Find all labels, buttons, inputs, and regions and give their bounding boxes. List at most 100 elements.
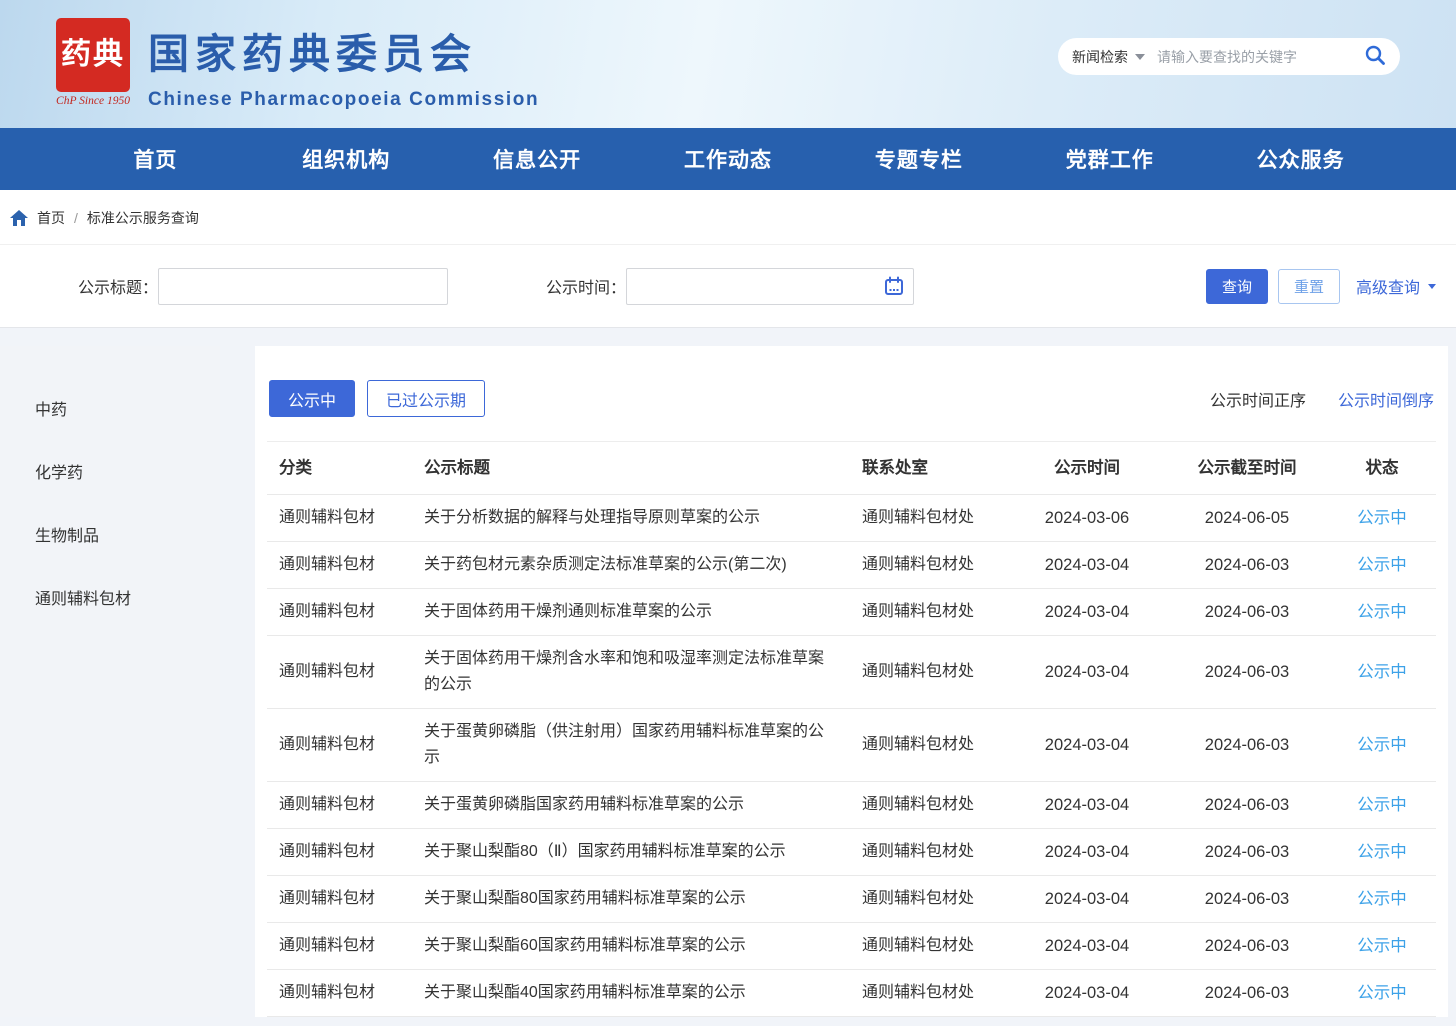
- search-icon: [1364, 44, 1386, 69]
- page-body: 中药 化学药 生物制品 通则辅料包材 公示中 已过公示期 公示时间正序 公示时间…: [0, 346, 1456, 1017]
- tab-expired-notice[interactable]: 已过公示期: [367, 380, 485, 417]
- sidebar-item: 通则辅料包材: [35, 565, 220, 628]
- cell-status: 公示中: [1328, 495, 1436, 541]
- main-nav-item: 首页: [60, 128, 251, 190]
- cell-start-date: 2024-03-04: [1008, 923, 1166, 969]
- table-row: 通则辅料包材 关于药包材元素杂质测定法标准草案的公示(第二次) 通则辅料包材处 …: [267, 542, 1436, 589]
- breadcrumb-separator: /: [74, 210, 78, 226]
- status-link[interactable]: 公示中: [1357, 890, 1407, 908]
- cell-category: 通则辅料包材: [267, 782, 412, 828]
- cell-start-date: 2024-03-04: [1008, 542, 1166, 588]
- cell-department: 通则辅料包材处: [850, 970, 1008, 1016]
- table-row: 通则辅料包材 关于固体药用干燥剂通则标准草案的公示 通则辅料包材处 2024-0…: [267, 589, 1436, 636]
- cell-title[interactable]: 关于蛋黄卵磷脂国家药用辅料标准草案的公示: [412, 782, 850, 828]
- breadcrumb: 首页 / 标准公示服务查询: [0, 190, 1456, 244]
- query-button[interactable]: 查询: [1206, 269, 1268, 304]
- site-logo[interactable]: 药典 ChP Since 1950 国家药典委员会 Chinese Pharma…: [56, 18, 539, 111]
- cell-department: 通则辅料包材处: [850, 649, 1008, 695]
- cell-title[interactable]: 关于分析数据的解释与处理指导原则草案的公示: [412, 495, 850, 541]
- main-nav-item: 党群工作: [1014, 128, 1205, 190]
- status-link[interactable]: 公示中: [1357, 663, 1407, 681]
- cell-status: 公示中: [1328, 970, 1436, 1016]
- filter-panel: 公示标题： 公示时间： 查询 重置 高级查询: [0, 244, 1456, 328]
- cell-start-date: 2024-03-04: [1008, 649, 1166, 695]
- search-category-dropdown[interactable]: 新闻检索: [1072, 47, 1145, 67]
- sidebar-category-link[interactable]: 生物制品: [35, 522, 99, 546]
- cell-category: 通则辅料包材: [267, 722, 412, 768]
- cell-title[interactable]: 关于聚山梨酯80（Ⅱ）国家药用辅料标准草案的公示: [412, 829, 850, 875]
- search-category-label: 新闻检索: [1072, 47, 1128, 67]
- status-link[interactable]: 公示中: [1357, 556, 1407, 574]
- column-header-department: 联系处室: [850, 442, 1008, 494]
- table-row: 通则辅料包材 关于聚山梨酯40国家药用辅料标准草案的公示 通则辅料包材处 202…: [267, 970, 1436, 1017]
- cell-title[interactable]: 关于药包材元素杂质测定法标准草案的公示(第二次): [412, 542, 850, 588]
- table-row: 通则辅料包材 关于蛋黄卵磷脂（供注射用）国家药用辅料标准草案的公示 通则辅料包材…: [267, 709, 1436, 782]
- column-header-status: 状态: [1328, 442, 1436, 494]
- cell-start-date: 2024-03-04: [1008, 876, 1166, 922]
- home-icon[interactable]: [10, 210, 28, 226]
- list-toolbar: 公示中 已过公示期 公示时间正序 公示时间倒序: [267, 380, 1436, 417]
- cell-end-date: 2024-06-03: [1166, 923, 1328, 969]
- cell-end-date: 2024-06-03: [1166, 722, 1328, 768]
- status-link[interactable]: 公示中: [1357, 937, 1407, 955]
- cell-status: 公示中: [1328, 722, 1436, 768]
- breadcrumb-current: 标准公示服务查询: [87, 208, 199, 228]
- header-search: 新闻检索: [1058, 38, 1400, 75]
- breadcrumb-home-link[interactable]: 首页: [37, 208, 65, 228]
- cell-start-date: 2024-03-04: [1008, 829, 1166, 875]
- table-row: 通则辅料包材 关于蛋黄卵磷脂国家药用辅料标准草案的公示 通则辅料包材处 2024…: [267, 782, 1436, 829]
- cell-title[interactable]: 关于聚山梨酯80国家药用辅料标准草案的公示: [412, 876, 850, 922]
- notice-title-input[interactable]: [158, 268, 448, 305]
- calendar-icon[interactable]: [884, 276, 904, 301]
- search-input[interactable]: [1157, 49, 1358, 65]
- sort-links: 公示时间正序 公示时间倒序: [1210, 387, 1434, 411]
- cell-department: 通则辅料包材处: [850, 923, 1008, 969]
- table-row: 通则辅料包材 关于聚山梨酯80（Ⅱ）国家药用辅料标准草案的公示 通则辅料包材处 …: [267, 829, 1436, 876]
- status-link[interactable]: 公示中: [1357, 603, 1407, 621]
- notice-time-input[interactable]: [626, 268, 914, 305]
- main-nav-item: 组织机构: [251, 128, 442, 190]
- status-link[interactable]: 公示中: [1357, 736, 1407, 754]
- cell-title[interactable]: 关于固体药用干燥剂含水率和饱和吸湿率测定法标准草案的公示: [412, 636, 850, 708]
- column-header-title: 公示标题: [412, 442, 850, 494]
- category-sidebar: 中药 化学药 生物制品 通则辅料包材: [0, 346, 220, 1017]
- chevron-down-icon: [1135, 54, 1145, 60]
- main-nav-link[interactable]: 工作动态: [633, 128, 824, 190]
- sidebar-category-link[interactable]: 中药: [35, 396, 67, 420]
- sidebar-category-link[interactable]: 通则辅料包材: [35, 585, 131, 609]
- main-nav-link[interactable]: 信息公开: [442, 128, 633, 190]
- status-link[interactable]: 公示中: [1357, 984, 1407, 1002]
- cell-title[interactable]: 关于聚山梨酯40国家药用辅料标准草案的公示: [412, 970, 850, 1016]
- tab-in-notice[interactable]: 公示中: [269, 380, 355, 417]
- main-nav-link[interactable]: 党群工作: [1014, 128, 1205, 190]
- advanced-query-link[interactable]: 高级查询: [1356, 274, 1436, 298]
- cell-title[interactable]: 关于固体药用干燥剂通则标准草案的公示: [412, 589, 850, 635]
- search-button[interactable]: [1358, 44, 1386, 69]
- cell-category: 通则辅料包材: [267, 495, 412, 541]
- main-nav-link[interactable]: 组织机构: [251, 128, 442, 190]
- table-row: 通则辅料包材 关于固体药用干燥剂含水率和饱和吸湿率测定法标准草案的公示 通则辅料…: [267, 636, 1436, 709]
- notice-time-label: 公示时间：: [546, 274, 626, 298]
- main-nav-link[interactable]: 专题专栏: [823, 128, 1014, 190]
- site-subtitle: Chinese Pharmacopoeia Commission: [148, 89, 539, 111]
- column-header-start: 公示时间: [1008, 442, 1166, 494]
- main-nav-link[interactable]: 首页: [60, 128, 251, 190]
- cell-title[interactable]: 关于聚山梨酯60国家药用辅料标准草案的公示: [412, 923, 850, 969]
- sort-time-desc-link[interactable]: 公示时间倒序: [1338, 387, 1434, 411]
- cell-end-date: 2024-06-03: [1166, 829, 1328, 875]
- reset-button[interactable]: 重置: [1278, 269, 1340, 304]
- main-nav-link[interactable]: 公众服务: [1205, 128, 1396, 190]
- sort-time-asc-link[interactable]: 公示时间正序: [1210, 387, 1306, 411]
- table-body: 通则辅料包材 关于分析数据的解释与处理指导原则草案的公示 通则辅料包材处 202…: [267, 495, 1436, 1017]
- sidebar-category-link[interactable]: 化学药: [35, 459, 83, 483]
- status-link[interactable]: 公示中: [1357, 796, 1407, 814]
- status-link[interactable]: 公示中: [1357, 843, 1407, 861]
- status-link[interactable]: 公示中: [1357, 509, 1407, 527]
- cell-end-date: 2024-06-03: [1166, 649, 1328, 695]
- cell-title[interactable]: 关于蛋黄卵磷脂（供注射用）国家药用辅料标准草案的公示: [412, 709, 850, 781]
- filter-title-group: 公示标题：: [78, 268, 448, 305]
- main-nav-item: 信息公开: [442, 128, 633, 190]
- cell-status: 公示中: [1328, 876, 1436, 922]
- table-row: 通则辅料包材 关于分析数据的解释与处理指导原则草案的公示 通则辅料包材处 202…: [267, 495, 1436, 542]
- cell-department: 通则辅料包材处: [850, 722, 1008, 768]
